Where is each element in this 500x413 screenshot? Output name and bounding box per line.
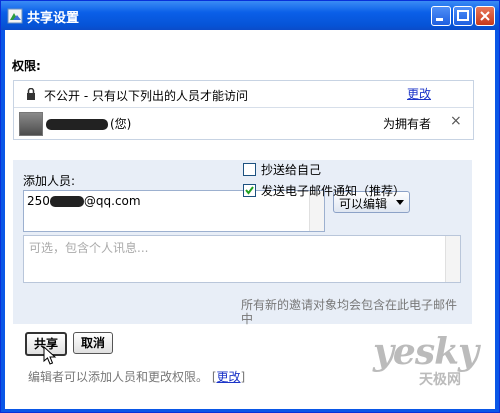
notify-label: 发送电子邮件通知（推荐） xyxy=(261,184,406,198)
message-field[interactable]: 可选，包含个人讯息... xyxy=(23,235,461,283)
email-value: 250 @qq.com xyxy=(27,194,141,208)
watermark-logo-sub: 天极网 xyxy=(419,372,461,388)
checkmark-icon xyxy=(245,186,254,195)
message-scrollbar[interactable] xyxy=(445,236,460,282)
minimize-button[interactable] xyxy=(431,6,451,26)
owner-name: (您) xyxy=(46,115,131,132)
owner-role: 为拥有者 xyxy=(383,117,432,131)
change-access-link[interactable]: 更改 xyxy=(407,85,431,102)
permissions-list: 不公开 - 只有以下列出的人员才能访问 更改 (您) 为拥有者 × xyxy=(13,80,474,140)
share-settings-window: 共享设置 权限: 不公开 - 只有以下列出的人员才能访问 更改 (您) 为拥有者… xyxy=(0,0,500,413)
share-settings-icon xyxy=(7,8,23,24)
close-icon xyxy=(480,11,490,21)
cc-self-checkbox[interactable] xyxy=(243,163,256,176)
access-level-row: 不公开 - 只有以下列出的人员才能访问 更改 xyxy=(14,81,473,108)
cc-self-label: 抄送给自己 xyxy=(261,163,322,177)
footer-change-link[interactable]: 更改 xyxy=(217,370,241,384)
lock-icon xyxy=(27,88,35,100)
owner-row: (您) 为拥有者 × xyxy=(14,108,473,138)
mouse-cursor-icon xyxy=(43,346,57,365)
close-button[interactable] xyxy=(475,6,495,26)
add-people-label: 添加人员: xyxy=(23,174,76,188)
footer-note: 编辑者可以添加人员和更改权限。 [更改] xyxy=(28,370,246,384)
message-placeholder: 可选，包含个人讯息... xyxy=(29,241,149,255)
redacted-name xyxy=(46,119,108,130)
permissions-label: 权限: xyxy=(12,59,41,73)
notify-note: 所有新的邀请对象均会包含在此电子邮件中 xyxy=(241,298,458,326)
watermark-logo: yesky xyxy=(373,331,479,373)
remove-icon[interactable]: × xyxy=(450,113,462,129)
window-title: 共享设置 xyxy=(27,11,80,26)
redacted-email xyxy=(49,196,84,207)
avatar xyxy=(19,112,43,136)
maximize-button[interactable] xyxy=(453,6,473,26)
access-level-text: 不公开 - 只有以下列出的人员才能访问 xyxy=(44,89,248,103)
chevron-down-icon xyxy=(396,200,404,205)
cancel-button[interactable]: 取消 xyxy=(73,332,113,354)
title-bar[interactable]: 共享设置 xyxy=(1,1,499,30)
notify-checkbox[interactable] xyxy=(243,184,256,197)
